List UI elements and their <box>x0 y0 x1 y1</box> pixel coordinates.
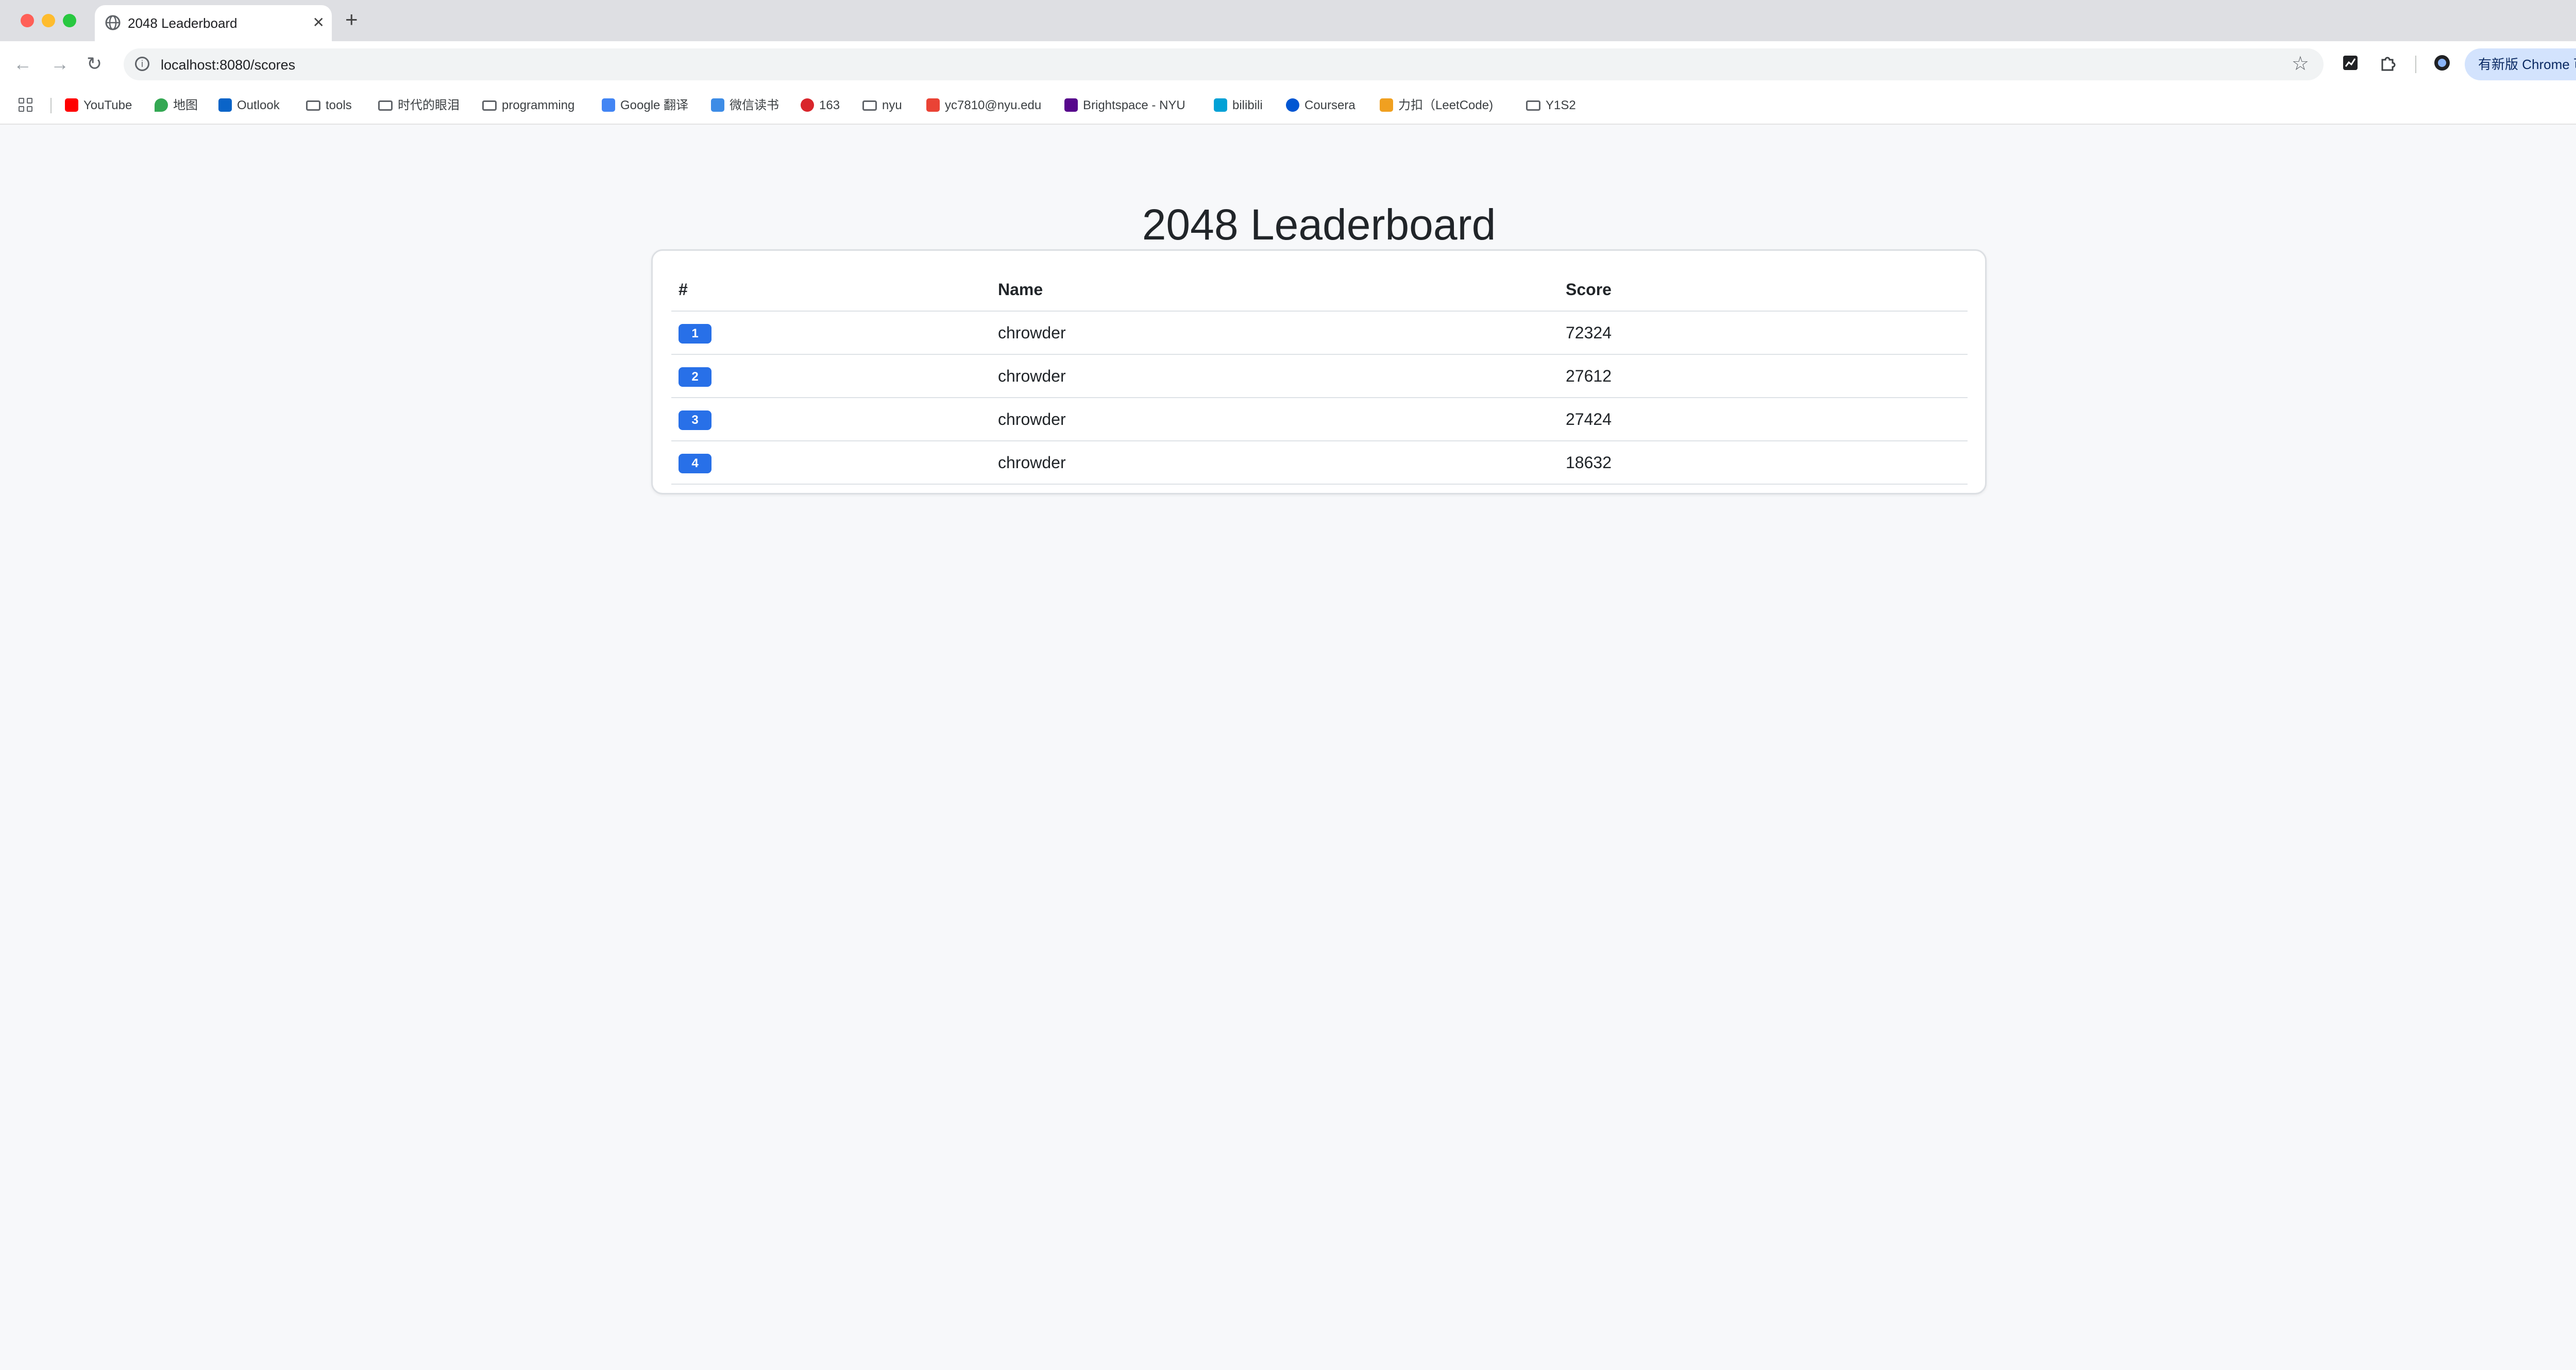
bookmark-folder-tears[interactable]: 时代的眼泪 <box>378 97 460 114</box>
leaderboard-card: # Name Score 1 chrowder 72324 2 chrowder… <box>651 249 1987 494</box>
weread-icon <box>711 98 724 112</box>
outlook-icon <box>218 98 232 112</box>
bookmark-gmail[interactable]: yc7810@nyu.edu <box>926 97 1041 114</box>
column-header-score: Score <box>1558 268 1968 312</box>
site-info-icon[interactable]: i <box>135 57 149 71</box>
folder-icon <box>862 100 877 111</box>
url-text[interactable]: localhost:8080/scores <box>161 57 295 73</box>
bookmark-folder-nyu[interactable]: nyu <box>862 97 902 114</box>
rank-badge: 3 <box>679 410 711 430</box>
toolbar-divider <box>2415 56 2416 73</box>
bookmark-outlook[interactable]: Outlook <box>218 97 280 114</box>
rank-badge: 2 <box>679 367 711 387</box>
maps-icon <box>155 98 168 112</box>
player-name: chrowder <box>991 441 1558 485</box>
new-tab-button[interactable]: + <box>345 8 358 31</box>
forward-button[interactable]: → <box>50 53 69 75</box>
bilibili-icon <box>1214 98 1227 112</box>
table-row: 3 chrowder 27424 <box>671 398 1968 441</box>
tab-active[interactable]: 2048 Leaderboard ✕ <box>95 5 332 41</box>
bookmark-bilibili[interactable]: bilibili <box>1214 97 1263 114</box>
leetcode-icon <box>1380 98 1393 112</box>
maximize-window-button[interactable] <box>63 14 76 27</box>
browser-toolbar: ← → ↻ i localhost:8080/scores ☆ 有新版 Chro… <box>0 41 2576 88</box>
extension-action-icon[interactable] <box>2340 54 2361 74</box>
bookmark-youtube[interactable]: YouTube <box>65 97 132 114</box>
tab-strip: 2048 Leaderboard ✕ + ⌄ <box>0 0 2576 41</box>
apps-grid-icon[interactable] <box>19 98 34 113</box>
player-score: 18632 <box>1558 441 1968 485</box>
bookmark-weread[interactable]: 微信读书 <box>711 97 779 114</box>
reload-button[interactable]: ↻ <box>87 53 102 75</box>
column-header-rank: # <box>671 268 991 312</box>
update-label: 有新版 Chrome 可用 <box>2478 57 2576 72</box>
rank-badge: 1 <box>679 323 711 344</box>
bookmark-leetcode[interactable]: 力扣（LeetCode) <box>1380 97 1493 114</box>
bookmark-maps[interactable]: 地图 <box>155 97 198 114</box>
tab-title: 2048 Leaderboard <box>128 15 238 31</box>
folder-icon <box>378 100 393 111</box>
bookmarks-bar: YouTube 地图 Outlook tools 时代的眼泪 programmi… <box>0 88 2576 125</box>
table-row: 2 chrowder 27612 <box>671 354 1968 398</box>
close-tab-icon[interactable]: ✕ <box>313 15 325 30</box>
minimize-window-button[interactable] <box>42 14 55 27</box>
profile-avatar[interactable] <box>2432 54 2452 74</box>
player-score: 72324 <box>1558 311 1968 355</box>
bookmarks-divider <box>50 98 52 113</box>
bookmark-folder-tools[interactable]: tools <box>306 97 352 114</box>
youtube-icon <box>65 98 78 112</box>
player-score: 27424 <box>1558 398 1968 441</box>
chart-icon <box>2343 56 2358 70</box>
bookmark-163[interactable]: 163 <box>801 97 840 114</box>
folder-icon <box>482 100 497 111</box>
table-row: 1 chrowder 72324 <box>671 311 1968 355</box>
player-name: chrowder <box>991 354 1558 398</box>
player-name: chrowder <box>991 398 1558 441</box>
gmail-icon <box>926 98 940 112</box>
back-button[interactable]: ← <box>13 53 32 75</box>
column-header-name: Name <box>991 268 1558 312</box>
folder-icon <box>306 100 320 111</box>
bookmark-star-icon[interactable]: ☆ <box>2292 54 2309 74</box>
bookmark-folder-y1s2[interactable]: Y1S2 <box>1526 97 1576 114</box>
table-row: 4 chrowder 18632 <box>671 441 1968 485</box>
extensions-puzzle-icon[interactable] <box>2377 54 2398 74</box>
player-score: 27612 <box>1558 354 1968 398</box>
coursera-icon <box>1286 98 1299 112</box>
folder-icon <box>1526 100 1540 111</box>
globe-icon <box>105 15 121 30</box>
chrome-update-button[interactable]: 有新版 Chrome 可用 ⋮ <box>2465 48 2576 80</box>
address-bar[interactable]: i localhost:8080/scores ☆ <box>124 48 2324 80</box>
bookmark-folder-programming[interactable]: programming <box>482 97 574 114</box>
rank-badge: 4 <box>679 453 711 473</box>
bookmark-google-translate[interactable]: Google 翻译 <box>602 97 688 114</box>
close-window-button[interactable] <box>21 14 34 27</box>
google-translate-icon <box>602 98 615 112</box>
page-title: 2048 Leaderboard <box>1142 200 1496 249</box>
bookmark-coursera[interactable]: Coursera <box>1286 97 1355 114</box>
netease-icon <box>801 98 814 112</box>
leaderboard-table: # Name Score 1 chrowder 72324 2 chrowder… <box>671 268 1968 485</box>
table-header-row: # Name Score <box>671 268 1968 312</box>
bookmark-brightspace[interactable]: Brightspace - NYU <box>1064 97 1185 114</box>
player-name: chrowder <box>991 311 1558 355</box>
brightspace-icon <box>1064 98 1078 112</box>
